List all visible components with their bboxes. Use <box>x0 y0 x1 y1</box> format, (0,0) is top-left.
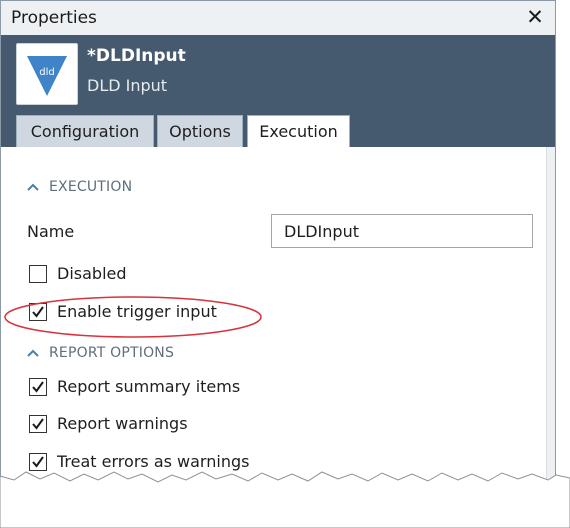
section-title-report-options: REPORT OPTIONS <box>49 345 175 361</box>
report-warnings-label: Report warnings <box>57 414 188 433</box>
title-bar: Properties ✕ <box>1 1 555 36</box>
errors-as-warnings-option[interactable]: Treat errors as warnings <box>29 452 249 471</box>
errors-as-warnings-label: Treat errors as warnings <box>57 452 250 471</box>
close-icon[interactable]: ✕ <box>523 4 547 30</box>
section-header-report-options[interactable]: REPORT OPTIONS <box>27 345 174 361</box>
chevron-up-icon <box>27 183 39 191</box>
logo-text: dld <box>39 67 54 78</box>
disabled-option[interactable]: Disabled <box>29 264 127 283</box>
tab-configuration[interactable]: Configuration <box>16 115 154 147</box>
section-title-execution: EXECUTION <box>49 179 133 195</box>
name-input[interactable] <box>271 214 533 248</box>
report-summary-checkbox[interactable] <box>29 377 47 396</box>
checkmark-icon <box>32 417 44 430</box>
chevron-up-icon <box>27 349 39 357</box>
component-header: dld *DLDInput DLD Input Configuration Op… <box>1 35 555 148</box>
checkmark-icon <box>32 305 44 318</box>
component-subtitle: DLD Input <box>87 76 168 95</box>
checkmark-icon <box>32 455 44 468</box>
checkmark-icon <box>32 380 44 393</box>
errors-as-warnings-checkbox[interactable] <box>29 452 47 471</box>
disabled-checkbox[interactable] <box>29 264 47 283</box>
tab-execution[interactable]: Execution <box>247 115 350 148</box>
report-summary-label: Report summary items <box>57 377 241 396</box>
properties-window: Properties ✕ dld *DLDInput DLD Input Con… <box>0 0 556 496</box>
tab-options[interactable]: Options <box>157 115 243 147</box>
execution-panel: EXECUTION Name Disabled Enable trigger i… <box>1 147 555 495</box>
report-warnings-option[interactable]: Report warnings <box>29 414 188 433</box>
name-label: Name <box>27 222 75 241</box>
section-header-execution[interactable]: EXECUTION <box>27 179 132 195</box>
report-summary-option[interactable]: Report summary items <box>29 377 240 396</box>
dld-logo-icon: dld <box>16 43 78 105</box>
disabled-label: Disabled <box>57 264 127 283</box>
enable-trigger-checkbox[interactable] <box>29 302 47 321</box>
window-title: Properties <box>11 8 97 28</box>
enable-trigger-option[interactable]: Enable trigger input <box>29 302 217 321</box>
scrollbar[interactable] <box>546 147 555 495</box>
component-name: *DLDInput <box>87 46 186 66</box>
enable-trigger-label: Enable trigger input <box>57 302 217 321</box>
report-warnings-checkbox[interactable] <box>29 414 47 433</box>
